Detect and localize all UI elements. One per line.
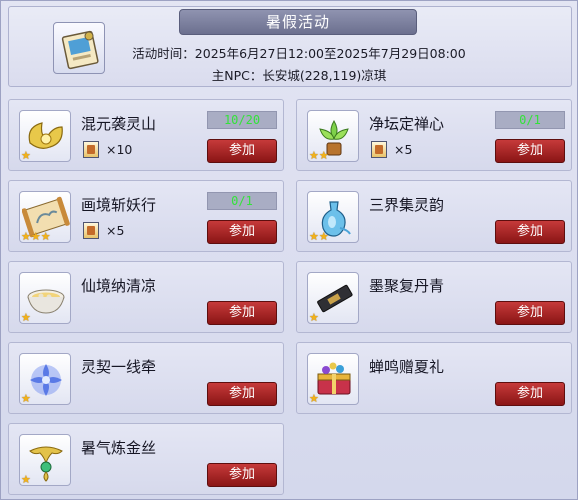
activity-window: 暑假活动 活动时间：2025年6月27日12:00至2025年7月29日08:0… — [0, 0, 578, 500]
join-button[interactable]: 参加 — [495, 220, 565, 244]
reward-quantity: ×5 — [394, 141, 413, 157]
reward-scroll-icon — [83, 221, 99, 239]
rarity-stars: ★★ — [309, 230, 329, 243]
activity-card: ★ 蝉鸣赠夏礼 参加 — [296, 342, 572, 414]
join-button[interactable]: 参加 — [495, 301, 565, 325]
reward-scroll-icon — [83, 140, 99, 158]
event-time-text: 活动时间：2025年6月27日12:00至2025年7月29日08:00 — [132, 46, 466, 61]
activity-title: 仙境纳清凉 — [81, 277, 157, 295]
activity-card: ★ 灵契一线牵 参加 — [8, 342, 284, 414]
join-button[interactable]: 参加 — [495, 382, 565, 406]
cold-dessert-bowl-icon: ★ — [19, 272, 71, 324]
lotus-plant-icon: ★★ — [307, 110, 359, 162]
activity-card: ★★ 三界集灵韵 参加 — [296, 180, 572, 252]
activity-progress: 0/1 — [207, 192, 277, 210]
rarity-stars: ★ — [309, 392, 319, 405]
activity-reward: ×5 — [371, 140, 412, 158]
activity-card: ★ 墨聚复丹青 参加 — [296, 261, 572, 333]
activity-card: ★★ 净坛定禅心 0/1 ×5 参加 — [296, 99, 572, 171]
activity-card: ★ 混元袭灵山 10/20 ×10 参加 — [8, 99, 284, 171]
activity-card: ★★★ 画境斩妖行 0/1 ×5 参加 — [8, 180, 284, 252]
activity-reward: ×5 — [83, 221, 124, 239]
blue-spirit-flower-icon: ★ — [19, 353, 71, 405]
activity-title: 暑气炼金丝 — [81, 439, 157, 457]
join-button[interactable]: 参加 — [207, 301, 277, 325]
activity-title: 蝉鸣赠夏礼 — [369, 358, 445, 376]
join-button[interactable]: 参加 — [207, 463, 277, 487]
join-button[interactable]: 参加 — [495, 139, 565, 163]
event-header: 暑假活动 活动时间：2025年6月27日12:00至2025年7月29日08:0… — [8, 6, 572, 87]
ink-stick-icon: ★ — [307, 272, 359, 324]
crystal-vase-icon: ★★ — [307, 191, 359, 243]
activity-title: 混元袭灵山 — [81, 115, 157, 133]
rarity-stars: ★ — [21, 392, 31, 405]
activity-title: 灵契一线牵 — [81, 358, 157, 376]
activity-progress: 0/1 — [495, 111, 565, 129]
activity-title: 画境斩妖行 — [81, 196, 157, 214]
reward-scroll-icon — [371, 140, 387, 158]
activity-reward: ×10 — [83, 140, 132, 158]
window-title: 暑假活动 — [179, 9, 417, 35]
activity-progress: 10/20 — [207, 111, 277, 129]
treasure-gift-icon: ★ — [307, 353, 359, 405]
rarity-stars: ★★ — [309, 149, 329, 162]
rarity-stars: ★ — [21, 311, 31, 324]
event-npc-text: 主NPC：长安城(228,119)凉琪 — [211, 68, 387, 83]
activity-card: ★ 仙境纳清凉 参加 — [8, 261, 284, 333]
painting-scroll-icon: ★★★ — [19, 191, 71, 243]
rarity-stars: ★ — [309, 311, 319, 324]
join-button[interactable]: 参加 — [207, 139, 277, 163]
gold-wings-icon: ★ — [19, 110, 71, 162]
join-button[interactable]: 参加 — [207, 220, 277, 244]
reward-quantity: ×5 — [106, 222, 125, 238]
join-button[interactable]: 参加 — [207, 382, 277, 406]
event-scroll-icon — [53, 22, 105, 74]
activity-title: 净坛定禅心 — [369, 115, 445, 133]
activity-title: 墨聚复丹青 — [369, 277, 445, 295]
golden-silk-ornament-icon: ★ — [19, 434, 71, 486]
activity-title: 三界集灵韵 — [369, 196, 445, 214]
activity-card: ★ 暑气炼金丝 参加 — [8, 423, 284, 495]
rarity-stars: ★ — [21, 149, 31, 162]
rarity-stars: ★ — [21, 473, 31, 486]
rarity-stars: ★★★ — [21, 230, 51, 243]
reward-quantity: ×10 — [106, 141, 133, 157]
